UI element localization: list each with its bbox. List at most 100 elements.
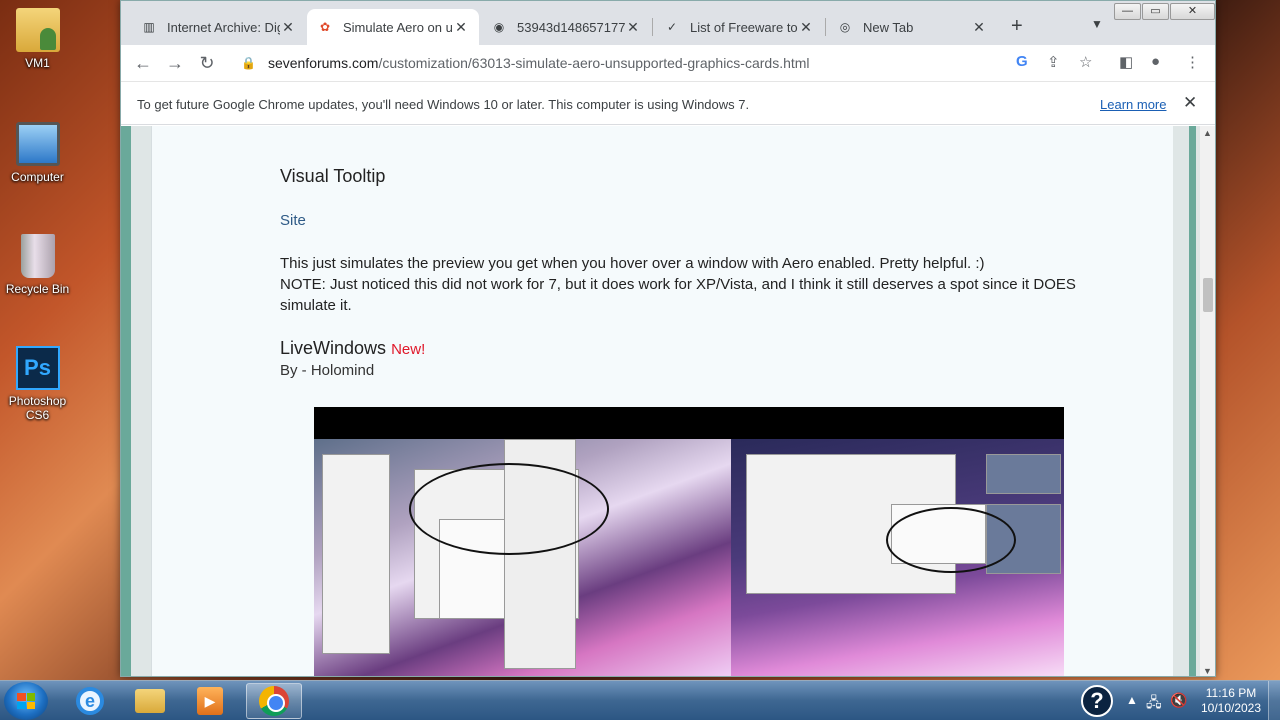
maximize-button[interactable]: ▭ [1142, 3, 1169, 20]
clock-date: 10/10/2023 [1200, 701, 1262, 715]
paragraph-line: NOTE: Just noticed this did not work for… [280, 276, 1076, 314]
scroll-down-arrow-icon[interactable]: ▼ [1203, 666, 1212, 676]
side-panel-icon[interactable]: ◧ [1119, 53, 1133, 71]
url-path: /customization/63013-simulate-aero-unsup… [378, 55, 810, 71]
tab-title: 53943d1486571773 [517, 19, 625, 35]
heading-visual-tooltip: Visual Tooltip [280, 166, 386, 186]
globe-favicon-icon: ◉ [493, 20, 505, 34]
post-paragraph: This just simulates the preview you get … [280, 253, 1135, 316]
desktop-icon-label: Recycle Bin [5, 282, 70, 296]
close-tab-icon[interactable]: ✕ [971, 19, 987, 36]
start-button[interactable] [4, 682, 48, 720]
url-host: sevenforums.com [267, 55, 379, 71]
url-text: sevenforums.com/customization/63013-simu… [268, 55, 810, 71]
taskbar-media-player[interactable]: ▶ [182, 683, 238, 719]
show-desktop-button[interactable] [1268, 681, 1280, 720]
clock-time: 11:16 PM [1205, 686, 1257, 700]
desktop-icon-photoshop[interactable]: Ps Photoshop CS6 [0, 346, 75, 422]
tab-title: Internet Archive: Dig [167, 19, 280, 35]
close-tab-icon[interactable]: ✕ [798, 19, 814, 36]
window-controls: — ▭ ✕ [1113, 3, 1215, 20]
tab-strip: ▥ Internet Archive: Dig ✕ ✿ Simulate Aer… [121, 1, 1215, 45]
screenshot-right-desktop [731, 439, 1064, 676]
taskbar: e ▶ ? ▲ 🖧 🔇 11:16 PM 10/10/2023 [0, 680, 1280, 720]
help-icon[interactable]: ? [1081, 685, 1113, 717]
tab-separator [652, 18, 653, 36]
desktop-icon-computer[interactable]: Computer [0, 122, 75, 184]
heading-livewindows: LiveWindows New! [280, 338, 425, 359]
desktop-icon-label: VM1 [25, 56, 50, 70]
bookmark-star-icon[interactable]: ☆ [1079, 53, 1092, 71]
reload-button[interactable]: ↻ [195, 51, 219, 75]
tab-title: Simulate Aero on un [343, 19, 453, 35]
windows-logo-icon [17, 693, 35, 709]
taskbar-windows-explorer[interactable] [122, 683, 178, 719]
tab-freeware[interactable]: ✓ List of Freeware to G ✕ [654, 9, 824, 45]
menu-kebab-icon[interactable]: ⋮ [1185, 53, 1200, 71]
author-byline: By - Holomind [280, 362, 375, 379]
media-player-icon: ▶ [197, 687, 223, 715]
volume-muted-icon[interactable]: 🔇 [1170, 692, 1187, 720]
google-lens-icon[interactable]: G [1016, 53, 1028, 70]
desktop-icon-recycle-bin[interactable]: Recycle Bin [0, 234, 75, 296]
lock-icon: 🔒 [241, 56, 256, 70]
site-link[interactable]: Site [280, 212, 306, 229]
browser-toolbar: ← → ↻ 🔒 sevenforums.com/customization/63… [121, 45, 1215, 81]
share-icon[interactable]: ⇪ [1047, 53, 1060, 71]
mini-icon-themes [986, 454, 1061, 494]
new-tab-button[interactable]: + [1011, 15, 1023, 38]
tab-new-tab[interactable]: ◎ New Tab ✕ [827, 9, 997, 45]
sevenforums-favicon-icon: ✿ [319, 20, 331, 34]
windows-explorer-icon [135, 689, 165, 713]
tab-separator [825, 18, 826, 36]
site-favicon-icon: ✓ [666, 20, 678, 34]
scroll-thumb[interactable] [1203, 278, 1213, 312]
chrome-icon [259, 686, 289, 716]
new-badge: New! [391, 341, 426, 358]
desktop-icon-label: Photoshop CS6 [8, 394, 67, 422]
profile-avatar-icon[interactable]: ● [1151, 53, 1160, 70]
tab-internet-archive[interactable]: ▥ Internet Archive: Dig ✕ [131, 9, 306, 45]
paragraph-line: This just simulates the preview you get … [280, 255, 985, 272]
back-button[interactable]: ← [131, 51, 155, 75]
chrome-window: ▥ Internet Archive: Dig ✕ ✿ Simulate Aer… [120, 0, 1216, 677]
photoshop-icon: Ps [15, 346, 60, 390]
page-right-rail [1189, 126, 1196, 676]
address-bar[interactable]: 🔒 sevenforums.com/customization/63013-si… [233, 48, 1103, 78]
forward-button[interactable]: → [163, 51, 187, 75]
highlight-ellipse [886, 507, 1016, 573]
livewindows-screenshot[interactable] [314, 407, 1064, 676]
page-viewport: Visual Tooltip Site This just simulates … [121, 126, 1201, 676]
highlight-ellipse [409, 463, 609, 555]
desktop-icon-vm1[interactable]: VM1 [0, 8, 75, 70]
update-infobar: To get future Google Chrome updates, you… [121, 81, 1215, 125]
tab-title: New Tab [863, 19, 914, 35]
close-infobar-icon[interactable]: ✕ [1183, 93, 1197, 113]
tab-simulate-aero[interactable]: ✿ Simulate Aero on un ✕ [307, 9, 479, 45]
computer-icon [15, 122, 60, 166]
close-tab-icon[interactable]: ✕ [453, 19, 469, 36]
desktop-icon-label: Computer [11, 170, 64, 184]
system-clock[interactable]: 11:16 PM 10/10/2023 [1196, 686, 1266, 716]
vertical-scrollbar[interactable]: ▲ ▼ [1200, 126, 1215, 676]
folder-user-icon [15, 8, 60, 52]
show-hidden-icons-chevron-icon[interactable]: ▲ [1126, 693, 1138, 720]
minimize-button[interactable]: — [1114, 3, 1141, 20]
close-tab-icon[interactable]: ✕ [280, 19, 296, 36]
page-left-rail [121, 126, 131, 676]
heading-text: LiveWindows [280, 338, 387, 358]
close-window-button[interactable]: ✕ [1170, 3, 1215, 20]
infobar-message: To get future Google Chrome updates, you… [137, 97, 750, 112]
network-icon[interactable]: 🖧 [1146, 692, 1162, 720]
taskbar-internet-explorer[interactable]: e [62, 683, 118, 719]
learn-more-link[interactable]: Learn more [1100, 97, 1166, 112]
scroll-up-arrow-icon[interactable]: ▲ [1203, 128, 1212, 138]
archive-favicon-icon: ▥ [143, 20, 155, 34]
taskbar-chrome[interactable] [246, 683, 302, 719]
tab-title: List of Freeware to G [690, 19, 798, 35]
close-tab-icon[interactable]: ✕ [625, 19, 641, 36]
tab-search-chevron-icon[interactable]: ▼ [1091, 17, 1103, 31]
recycle-bin-icon [20, 234, 55, 278]
chrome-favicon-icon: ◎ [839, 20, 851, 34]
tab-image[interactable]: ◉ 53943d1486571773 ✕ [481, 9, 651, 45]
